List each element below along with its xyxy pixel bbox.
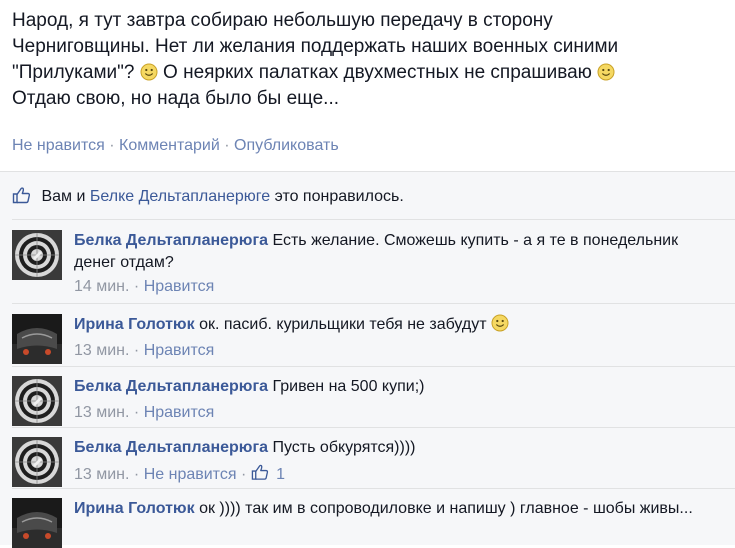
- comment-item: Белка Дельтапланерюга Есть желание. Смож…: [12, 230, 727, 295]
- comment-meta: 14 мин. · Нравится: [74, 276, 724, 298]
- comment-author-link[interactable]: Белка Дельтапланерюга: [74, 439, 268, 456]
- comment-content: Белка Дельтапланерюга Гривен на 500 купи…: [74, 376, 724, 398]
- liker-name-link[interactable]: Белке Дельтапланерюге: [90, 188, 270, 205]
- post-line-text: О неярких палатках двухместных не спраши…: [163, 62, 592, 83]
- comment-item: Белка Дельтапланерюга Гривен на 500 купи…: [12, 376, 727, 428]
- divider: [12, 427, 735, 428]
- likes-summary: Вам и Белке Дельтапланерюге это понравил…: [12, 186, 404, 206]
- comment-meta: 13 мин. · Нравится: [74, 402, 724, 424]
- share-link[interactable]: Опубликовать: [234, 137, 339, 154]
- comment-text: ок. пасиб. курильщики тебя не забудут: [199, 316, 487, 333]
- smiley-icon: [491, 314, 509, 332]
- post-actions: Не нравится · Комментарий · Опубликовать: [12, 137, 339, 155]
- thumbs-up-icon: [12, 187, 31, 204]
- comment-time[interactable]: 14 мин.: [74, 278, 129, 295]
- thumbs-up-icon[interactable]: [251, 463, 269, 481]
- unlike-link[interactable]: Не нравится: [12, 137, 105, 154]
- post-text: Народ, я тут завтра собираю небольшую пе…: [12, 8, 727, 112]
- comment-item: Ирина Голотюк ок. пасиб. курильщики тебя…: [12, 314, 727, 366]
- comment-author-link[interactable]: Белка Дельтапланерюга: [74, 232, 268, 249]
- avatar[interactable]: [12, 437, 62, 487]
- avatar[interactable]: [12, 498, 62, 548]
- comment-body: Белка Дельтапланерюга Гривен на 500 купи…: [74, 376, 724, 424]
- likes-suffix: это понравилось.: [274, 188, 404, 205]
- post-line: Черниговщины. Нет ли желания поддержать …: [12, 36, 619, 57]
- like-comment-link[interactable]: Нравится: [144, 342, 215, 359]
- like-count[interactable]: 1: [276, 466, 285, 483]
- comment-text: Пусть обкурятся)))): [272, 439, 416, 456]
- smiley-icon: [597, 63, 615, 81]
- separator: ·: [133, 278, 140, 295]
- divider: [12, 219, 735, 220]
- separator: ·: [133, 404, 140, 421]
- comment-body: Белка Дельтапланерюга Пусть обкурятся)))…: [74, 437, 724, 486]
- comment-author-link[interactable]: Ирина Голотюк: [74, 316, 195, 333]
- like-comment-link[interactable]: Нравится: [144, 278, 215, 295]
- like-comment-link[interactable]: Нравится: [144, 404, 215, 421]
- feedback-section: Вам и Белке Дельтапланерюге это понравил…: [0, 171, 735, 548]
- comment-author-link[interactable]: Ирина Голотюк: [74, 500, 195, 517]
- comment-meta: 13 мин. · Не нравится · 1: [74, 463, 724, 486]
- comment-item: Ирина Голотюк ок )))) так им в сопроводи…: [12, 498, 727, 548]
- comment-text: Гривен на 500 купи;): [272, 378, 425, 395]
- divider: [12, 303, 735, 304]
- comment-time[interactable]: 13 мин.: [74, 342, 129, 359]
- comment-text: ок )))) так им в сопроводиловке и напишу…: [199, 500, 693, 517]
- post-line: Народ, я тут завтра собираю небольшую пе…: [12, 10, 553, 31]
- divider: [12, 488, 735, 489]
- post-line-text: "Прилуками"?: [12, 62, 135, 83]
- separator: ·: [224, 137, 230, 154]
- comment-content: Ирина Голотюк ок. пасиб. курильщики тебя…: [74, 314, 724, 336]
- avatar[interactable]: [12, 376, 62, 426]
- comment-item: Белка Дельтапланерюга Пусть обкурятся)))…: [12, 437, 727, 489]
- avatar[interactable]: [12, 314, 62, 364]
- separator: ·: [133, 466, 140, 483]
- comment-content: Белка Дельтапланерюга Пусть обкурятся)))…: [74, 437, 724, 459]
- comment-time[interactable]: 13 мин.: [74, 404, 129, 421]
- separator: ·: [240, 466, 247, 483]
- divider: [12, 366, 735, 367]
- comment-content: Белка Дельтапланерюга Есть желание. Смож…: [74, 230, 724, 274]
- comment-link[interactable]: Комментарий: [119, 137, 220, 154]
- comment-author-link[interactable]: Белка Дельтапланерюга: [74, 378, 268, 395]
- comment-meta: 13 мин. · Нравится: [74, 340, 724, 362]
- avatar[interactable]: [12, 230, 62, 280]
- post-line: "Прилуками"? О неярких палатках двухмест…: [12, 60, 727, 86]
- comment-body: Ирина Голотюк ок. пасиб. курильщики тебя…: [74, 314, 724, 362]
- separator: ·: [133, 342, 140, 359]
- comment-body: Ирина Голотюк ок )))) так им в сопроводи…: [74, 498, 724, 520]
- likes-prefix: Вам и: [41, 188, 86, 205]
- comment-time[interactable]: 13 мин.: [74, 466, 129, 483]
- separator: ·: [109, 137, 115, 154]
- comment-body: Белка Дельтапланерюга Есть желание. Смож…: [74, 230, 724, 298]
- comment-content: Ирина Голотюк ок )))) так им в сопроводи…: [74, 498, 724, 520]
- post-line: Отдаю свою, но нада было бы еще...: [12, 88, 340, 109]
- unlike-comment-link[interactable]: Не нравится: [144, 466, 237, 483]
- smiley-icon: [140, 63, 158, 81]
